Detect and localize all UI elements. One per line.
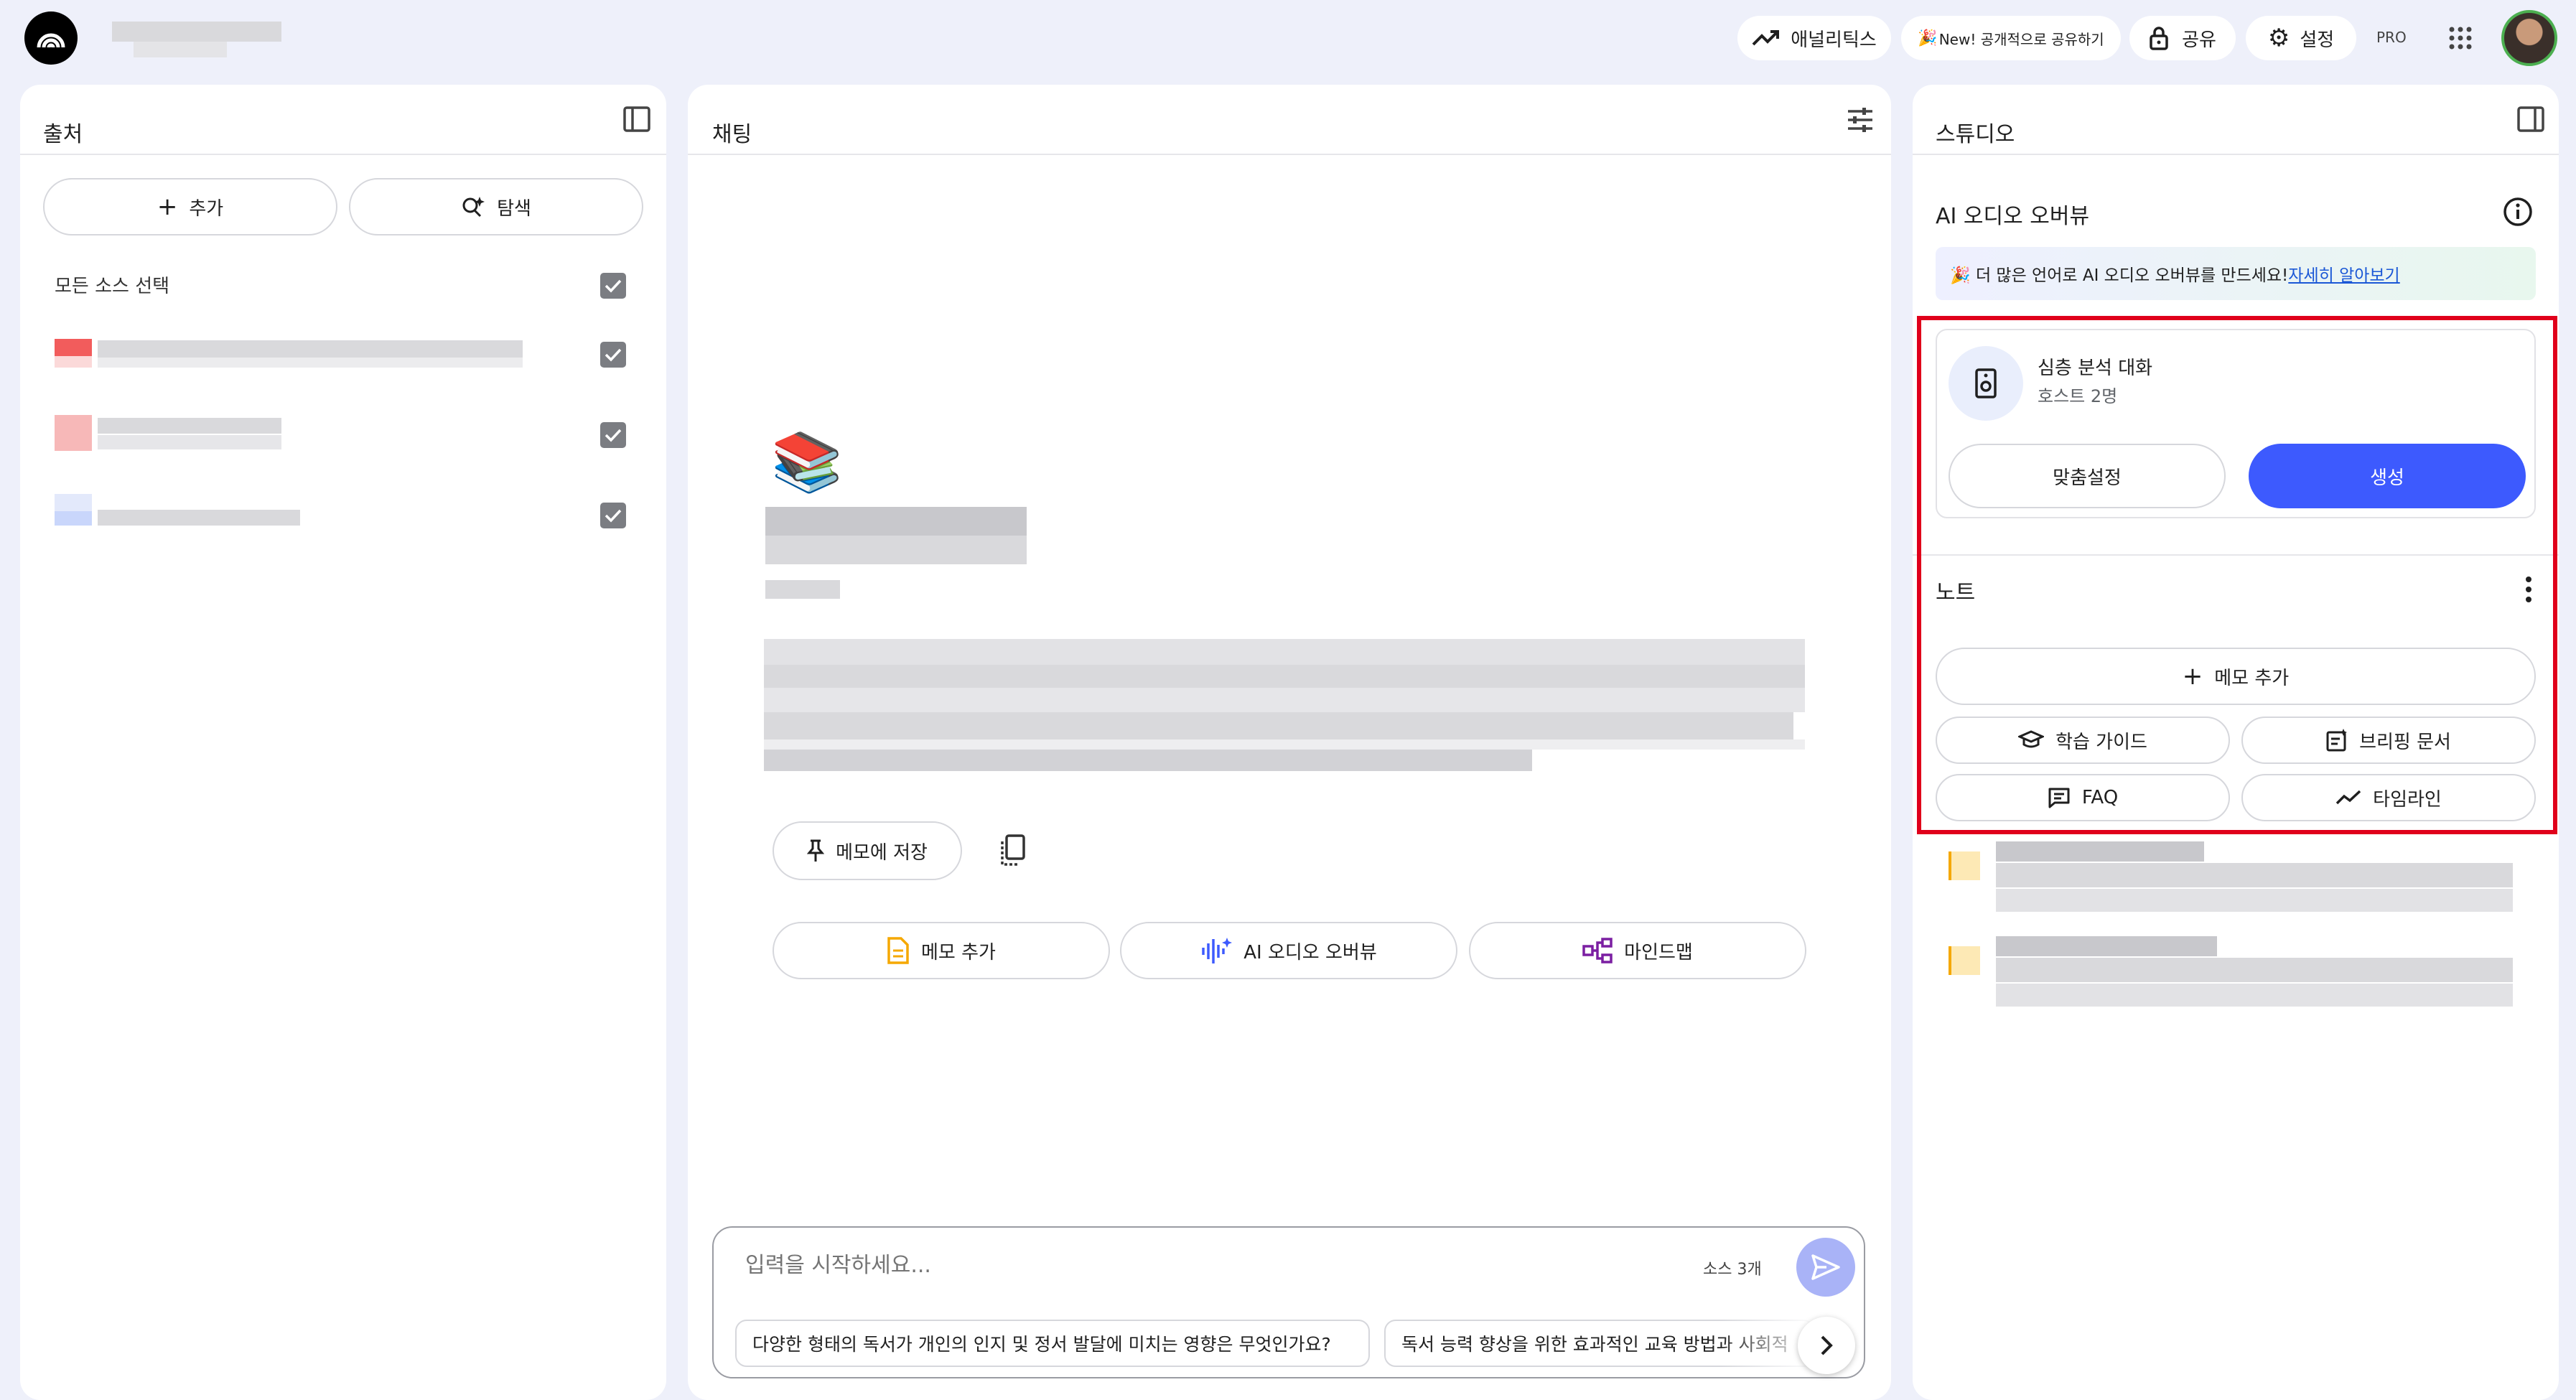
collapse-panel-icon[interactable]	[623, 106, 650, 132]
next-suggestions-button[interactable]	[1798, 1317, 1855, 1374]
party-icon: 🎉	[1918, 29, 1938, 47]
pin-icon	[807, 839, 825, 862]
audio-overview-action-button[interactable]: AI 오디오 오버뷰	[1120, 922, 1457, 979]
checkmark-icon	[605, 279, 622, 293]
checkmark-icon	[605, 429, 622, 442]
source-checkbox[interactable]	[600, 503, 626, 528]
source-title	[98, 510, 300, 526]
trending-up-icon	[1752, 30, 1780, 46]
source-title	[98, 418, 281, 434]
add-note-action-label: 메모 추가	[921, 941, 996, 963]
checkmark-icon	[605, 348, 622, 362]
checkmark-icon	[605, 509, 622, 523]
audio-waveform-icon	[1202, 938, 1233, 963]
mindmap-action-label: 마인드맵	[1624, 941, 1693, 963]
search-sparkle-icon	[462, 197, 485, 218]
share-public-label: New! 공개적으로 공유하기	[1938, 30, 2104, 48]
source-checkbox[interactable]	[600, 422, 626, 448]
pdf-source-icon	[55, 415, 92, 451]
sources-title: 출처	[43, 122, 83, 147]
notebook-emoji: 📚	[771, 429, 843, 495]
apps-grid-icon[interactable]	[2448, 26, 2473, 50]
add-source-label: 추가	[189, 197, 224, 220]
source-item[interactable]	[55, 493, 643, 536]
discover-label: 탐색	[497, 197, 531, 220]
suggestion-chip[interactable]: 다양한 형태의 독서가 개인의 인지 및 정서 발달에 미치는 영향은 무엇인가…	[735, 1320, 1370, 1367]
doc-source-icon	[55, 494, 92, 511]
notebook-logo-icon	[37, 33, 65, 48]
note-file-icon	[887, 937, 909, 964]
highlight-box	[1917, 316, 2557, 834]
note-icon	[1949, 851, 1980, 880]
mindmap-action-button[interactable]: 마인드맵	[1469, 922, 1806, 979]
studio-title: 스튜디오	[1936, 122, 2015, 147]
select-all-checkbox[interactable]	[600, 273, 626, 299]
chat-input[interactable]	[745, 1249, 1679, 1281]
user-avatar[interactable]	[2501, 10, 2557, 66]
source-title	[98, 340, 523, 358]
chat-header: 채팅	[688, 85, 1891, 155]
gear-icon: ⚙	[2267, 24, 2290, 52]
sources-header: 출처	[20, 85, 666, 155]
source-count-label: 소스 3개	[1703, 1261, 1762, 1279]
discover-sources-button[interactable]: 탐색	[349, 178, 643, 235]
source-checkbox[interactable]	[600, 342, 626, 368]
sources-panel: 출처 + 추가 탐색 모든 소스 선택	[20, 85, 666, 1400]
chat-title: 채팅	[712, 122, 752, 147]
notebook-title[interactable]	[112, 22, 281, 57]
source-item[interactable]	[55, 337, 643, 381]
audio-overview-title: AI 오디오 오버뷰	[1936, 204, 2090, 229]
source-item[interactable]	[55, 414, 643, 457]
notebook-heading	[765, 507, 1027, 564]
add-source-button[interactable]: + 추가	[43, 178, 337, 235]
suggestion-text: 다양한 형태의 독서가 개인의 인지 및 정서 발달에 미치는 영향은 무엇인가…	[752, 1334, 1331, 1355]
chat-panel: 채팅 📚 메모에 저장 메모 추가 AI 오디오 오버뷰 마인드맵 입력을 시작…	[688, 85, 1891, 1400]
send-icon	[1811, 1254, 1840, 1280]
analytics-button[interactable]: 애널리틱스	[1737, 16, 1891, 60]
chat-settings-sliders-icon[interactable]	[1847, 106, 1874, 134]
language-banner: 🎉 더 많은 언어로 AI 오디오 오버뷰를 만드세요! 자세히 알아보기	[1936, 247, 2536, 300]
share-label: 공유	[2182, 29, 2216, 51]
pdf-source-icon	[55, 339, 92, 356]
info-icon[interactable]	[2503, 197, 2533, 227]
select-all-label: 모든 소스 선택	[55, 276, 170, 297]
add-note-action-button[interactable]: 메모 추가	[773, 922, 1110, 979]
app-logo[interactable]	[24, 11, 78, 65]
saved-note-item[interactable]	[1949, 841, 2537, 928]
chevron-right-icon	[1821, 1335, 1833, 1355]
banner-learn-more-link[interactable]: 자세히 알아보기	[2288, 261, 2399, 286]
saved-note-item[interactable]	[1949, 936, 2537, 1022]
plus-icon: +	[157, 192, 178, 221]
pro-badge: PRO	[2376, 29, 2407, 46]
save-note-label: 메모에 저장	[836, 841, 928, 864]
banner-text: 🎉 더 많은 언어로 AI 오디오 오버뷰를 만드세요!	[1950, 266, 2289, 285]
chat-input-box: 소스 3개 다양한 형태의 독서가 개인의 인지 및 정서 발달에 미치는 영향…	[712, 1226, 1865, 1378]
send-button[interactable]	[1796, 1238, 1855, 1297]
lock-icon	[2150, 27, 2168, 50]
mindmap-icon	[1582, 938, 1613, 963]
share-public-button[interactable]: 🎉 New! 공개적으로 공유하기	[1901, 16, 2121, 60]
settings-button[interactable]: ⚙ 설정	[2246, 16, 2356, 60]
audio-overview-action-label: AI 오디오 오버뷰	[1243, 941, 1377, 963]
analytics-label: 애널리틱스	[1791, 29, 1877, 51]
copy-icon[interactable]	[998, 834, 1027, 867]
studio-header: 스튜디오	[1913, 85, 2559, 155]
collapse-panel-icon[interactable]	[2517, 106, 2544, 132]
note-icon	[1949, 946, 1980, 975]
settings-label: 설정	[2300, 29, 2335, 51]
share-button[interactable]: 공유	[2129, 16, 2236, 60]
source-count-text	[765, 580, 840, 599]
save-to-note-button[interactable]: 메모에 저장	[773, 821, 962, 880]
notebook-summary	[764, 639, 1805, 771]
